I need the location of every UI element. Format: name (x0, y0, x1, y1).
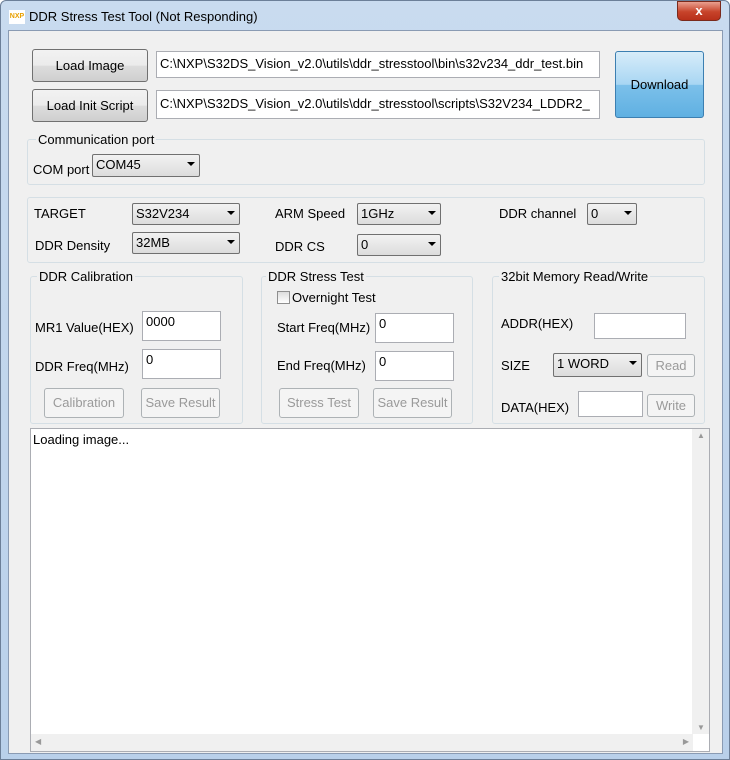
arm-speed-value: 1GHz (361, 206, 395, 221)
addr-label: ADDR(HEX) (501, 316, 574, 331)
ddr-cs-label: DDR CS (275, 239, 325, 254)
ddr-density-select[interactable]: 32MB (132, 232, 240, 254)
target-value: S32V234 (136, 206, 190, 221)
read-button[interactable]: Read (647, 354, 695, 377)
write-button[interactable]: Write (647, 394, 695, 417)
data-input[interactable] (578, 391, 643, 417)
ddr-cs-value: 0 (361, 237, 369, 252)
horizontal-scrollbar[interactable]: ◀ ▶ (31, 734, 693, 751)
load-init-script-button[interactable]: Load Init Script (32, 89, 148, 122)
com-port-value: COM45 (96, 157, 141, 172)
stress-test-button[interactable]: Stress Test (279, 388, 359, 418)
log-text: Loading image... (33, 432, 130, 447)
group-label: Communication port (36, 132, 157, 147)
arm-speed-label: ARM Speed (275, 206, 346, 221)
size-select[interactable]: 1 WORD (553, 353, 642, 377)
data-label: DATA(HEX) (501, 400, 570, 415)
start-freq-input[interactable]: 0 (375, 313, 454, 343)
end-freq-label: End Freq(MHz) (277, 358, 366, 373)
start-freq-label: Start Freq(MHz) (277, 320, 371, 335)
window-title: DDR Stress Test Tool (Not Responding) (29, 9, 258, 24)
nxp-logo-icon: NXP (9, 10, 25, 24)
scroll-down-icon[interactable]: ▼ (697, 723, 705, 732)
ddr-channel-value: 0 (591, 206, 599, 221)
scroll-left-icon[interactable]: ◀ (35, 737, 41, 746)
log-output[interactable]: Loading image... ▲ ▼ ◀ ▶ (30, 428, 710, 752)
image-path-input[interactable]: C:\NXP\S32DS_Vision_v2.0\utils\ddr_stres… (156, 51, 600, 78)
size-label: SIZE (501, 358, 530, 373)
scroll-right-icon[interactable]: ▶ (683, 737, 689, 746)
mr1-label: MR1 Value(HEX) (35, 320, 134, 335)
app-window: NXP DDR Stress Test Tool (Not Responding… (0, 0, 730, 760)
group-label: DDR Stress Test (266, 269, 366, 284)
com-port-select[interactable]: COM45 (92, 154, 200, 177)
ddr-density-label: DDR Density (35, 238, 111, 253)
size-value: 1 WORD (557, 356, 609, 371)
target-select[interactable]: S32V234 (132, 203, 240, 225)
scroll-up-icon[interactable]: ▲ (697, 431, 705, 440)
mr1-input[interactable]: 0000 (142, 311, 221, 341)
ddr-cs-select[interactable]: 0 (357, 234, 441, 256)
overnight-test-checkbox[interactable] (277, 291, 290, 304)
download-button[interactable]: Download (615, 51, 704, 118)
target-label: TARGET (34, 206, 86, 221)
ddr-freq-label: DDR Freq(MHz) (35, 359, 129, 374)
script-path-input[interactable]: C:\NXP\S32DS_Vision_v2.0\utils\ddr_stres… (156, 90, 600, 119)
end-freq-input[interactable]: 0 (375, 351, 454, 381)
com-port-label: COM port (33, 162, 90, 177)
group-label: 32bit Memory Read/Write (499, 269, 651, 284)
client-area: Load Image Load Init Script C:\NXP\S32DS… (8, 30, 723, 754)
addr-input[interactable] (594, 313, 686, 339)
overnight-test-label: Overnight Test (292, 290, 376, 305)
ddr-channel-label: DDR channel (499, 206, 577, 221)
group-label: DDR Calibration (37, 269, 135, 284)
calibration-save-result-button[interactable]: Save Result (141, 388, 220, 418)
calibration-button[interactable]: Calibration (44, 388, 124, 418)
ddr-freq-input[interactable]: 0 (142, 349, 221, 379)
stress-save-result-button[interactable]: Save Result (373, 388, 452, 418)
ddr-density-value: 32MB (136, 235, 170, 250)
arm-speed-select[interactable]: 1GHz (357, 203, 441, 225)
vertical-scrollbar[interactable]: ▲ ▼ (692, 429, 709, 734)
ddr-channel-select[interactable]: 0 (587, 203, 637, 225)
close-button[interactable]: x (677, 1, 721, 21)
load-image-button[interactable]: Load Image (32, 49, 148, 82)
